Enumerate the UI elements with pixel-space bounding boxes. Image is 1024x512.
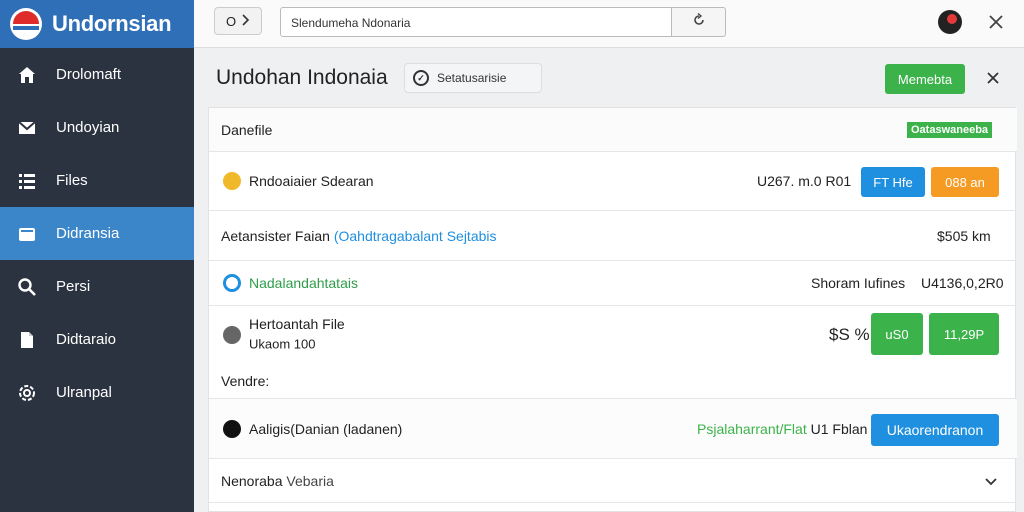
check-icon bbox=[223, 419, 241, 438]
logo-icon bbox=[10, 8, 42, 40]
home-icon bbox=[16, 64, 38, 86]
close-panel-icon[interactable] bbox=[982, 66, 1004, 90]
page-title: Undohan Indonaia bbox=[216, 66, 388, 89]
folder-icon bbox=[16, 223, 38, 245]
reload-icon bbox=[692, 12, 706, 32]
close-icon[interactable] bbox=[984, 10, 1008, 34]
chevron-right-icon bbox=[242, 13, 250, 29]
vendor-label: Vendre: bbox=[221, 373, 270, 389]
sidebar-item-label: Drolomaft bbox=[56, 66, 122, 83]
row-label: Nenoraba Vebaria bbox=[221, 473, 334, 489]
row-label: Rndoaiaier Sdearan bbox=[249, 173, 374, 189]
info-circle-icon bbox=[223, 274, 241, 292]
table-row[interactable]: Hertoantah File Ukaom 100 $S % uS0 11,29… bbox=[209, 306, 1017, 364]
table-row[interactable]: Aaligis(Danian (ladanen) Psjalaharrant/F… bbox=[209, 398, 1017, 459]
list-icon bbox=[16, 170, 38, 192]
panel-header: Danefile Oataswaneeba bbox=[209, 108, 1017, 152]
row-label: Hertoantah File bbox=[249, 316, 345, 332]
row-label: Aaligis(Danian (ladanen) bbox=[249, 420, 403, 437]
row-link[interactable]: (Oahdtragabalant Sejtabis bbox=[334, 228, 497, 244]
sidebar-item-drolomaft[interactable]: Drolomaft bbox=[0, 48, 194, 101]
chevron-down-icon[interactable] bbox=[985, 473, 997, 489]
sidebar-item-label: Files bbox=[56, 172, 88, 189]
table-row[interactable]: Nadalandahtatais Shoram Iufines U4136,0,… bbox=[209, 261, 1017, 306]
action-button[interactable]: Ukaorendranon bbox=[871, 414, 999, 446]
sidebar-item-undoyian[interactable]: Undoyian bbox=[0, 101, 194, 154]
row-status-suffix: U1 Fblan bbox=[810, 420, 868, 437]
row-value: $505 km bbox=[937, 227, 991, 244]
status-filter[interactable]: ✓ Setatusarisie bbox=[404, 63, 542, 93]
document-icon bbox=[16, 329, 38, 351]
user-avatar-icon[interactable] bbox=[938, 10, 962, 34]
status-badge: Oataswaneeba bbox=[907, 121, 993, 138]
row-label: Nadalandahtatais bbox=[249, 275, 358, 291]
status-filter-label: Setatusarisie bbox=[437, 71, 507, 85]
check-circle-icon bbox=[223, 326, 241, 344]
address-input[interactable]: Slendumeha Ndonaria bbox=[280, 7, 672, 37]
row-label-text: Aetansister Faian bbox=[221, 227, 330, 244]
file-button[interactable]: FT Hfe bbox=[861, 167, 925, 197]
sidebar: Undornsian Drolomaft Undoyian Files Didr… bbox=[0, 0, 194, 512]
sidebar-item-label: Persi bbox=[56, 278, 91, 295]
row-label: Aetansister Faian (Oahdtragabalant Sejta… bbox=[221, 228, 497, 244]
mail-icon bbox=[16, 117, 38, 139]
nav-button-label: O bbox=[225, 13, 237, 29]
nav-button[interactable]: O bbox=[214, 7, 262, 35]
row-amount: U4136,0,2R0 bbox=[921, 275, 1004, 291]
sidebar-item-didtaraio[interactable]: Didtaraio bbox=[0, 313, 194, 366]
sidebar-item-label: Didtaraio bbox=[56, 331, 117, 348]
row-sublabel: Ukaom 100 bbox=[249, 336, 316, 352]
sidebar-item-label: Undoyian bbox=[56, 119, 120, 136]
secondary-button[interactable]: 088 an bbox=[931, 167, 999, 197]
table-row[interactable]: Aetansister Faian (Oahdtragabalant Sejta… bbox=[209, 211, 1017, 261]
row-status: Psjalaharrant/Flat U1 Fblan bbox=[697, 421, 867, 437]
brand-header[interactable]: Undornsian bbox=[0, 0, 194, 48]
section-label: Vendre: bbox=[209, 364, 1017, 398]
search-icon bbox=[16, 276, 38, 298]
total-button[interactable]: 11,29P bbox=[929, 313, 999, 355]
row-label-text: Nenoraba bbox=[221, 472, 283, 489]
sidebar-item-ulranpal[interactable]: Ulranpal bbox=[0, 366, 194, 419]
table-row[interactable]: Nenoraba Vebaria bbox=[209, 459, 1017, 503]
primary-action-button[interactable]: Memebta bbox=[885, 64, 965, 94]
settings-icon bbox=[16, 382, 38, 404]
row-percent: $S % bbox=[829, 325, 870, 344]
coin-icon bbox=[223, 172, 241, 190]
sidebar-item-label: Didransia bbox=[56, 225, 120, 242]
status-icon: ✓ bbox=[413, 70, 429, 86]
row-info: Shoram Iufines bbox=[811, 275, 906, 291]
content-panel: Danefile Oataswaneeba Rndoaiaier Sdearan… bbox=[208, 107, 1017, 512]
value-button[interactable]: uS0 bbox=[871, 313, 923, 355]
brand-name: Undornsian bbox=[52, 11, 172, 36]
row-value: Vebaria bbox=[286, 472, 334, 489]
panel-header-label: Danefile bbox=[221, 121, 273, 138]
row-status-text: Psjalaharrant/Flat bbox=[697, 420, 807, 437]
sidebar-item-persi[interactable]: Persi bbox=[0, 260, 194, 313]
reload-button[interactable] bbox=[672, 7, 726, 37]
top-bar: O Slendumeha Ndonaria bbox=[194, 0, 1024, 48]
row-amount: U267. m.0 R01 bbox=[757, 173, 852, 189]
sidebar-item-didransia[interactable]: Didransia bbox=[0, 207, 194, 260]
sidebar-item-label: Ulranpal bbox=[56, 384, 112, 401]
table-row[interactable]: Rndoaiaier Sdearan U267. m.0 R01 FT Hfe … bbox=[209, 152, 1017, 211]
sidebar-item-files[interactable]: Files bbox=[0, 154, 194, 207]
